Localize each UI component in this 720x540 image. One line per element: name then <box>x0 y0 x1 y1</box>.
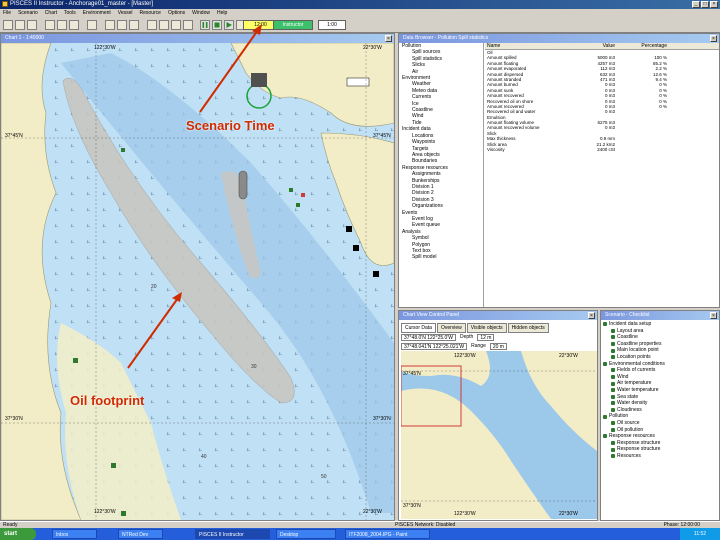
arrowhead-icon <box>172 292 182 302</box>
scenario-time-annotation: Scenario Time <box>186 118 275 133</box>
oil-footprint-annotation: Oil footprint <box>70 393 145 408</box>
oil-footprint-arrow <box>127 297 179 369</box>
annotation-arrows <box>127 24 262 369</box>
scenario-time-arrow <box>199 29 259 113</box>
arrowhead-icon <box>252 24 262 35</box>
